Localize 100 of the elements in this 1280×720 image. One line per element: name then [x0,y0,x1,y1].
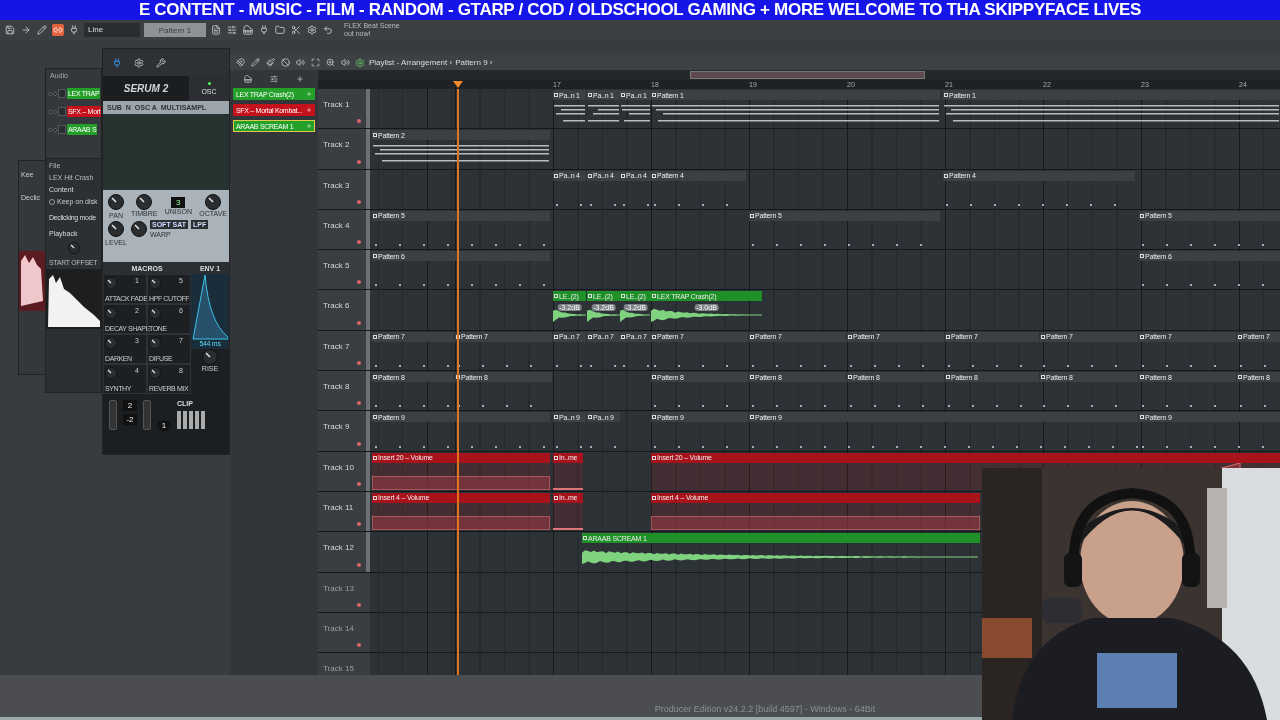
sliders-icon[interactable] [268,73,280,85]
track-header[interactable]: Track 5 [318,250,370,290]
knob[interactable] [105,277,117,289]
brush-icon[interactable] [264,56,276,69]
track-header[interactable]: Track 8 [318,371,370,411]
clip-icon [946,375,950,380]
version-text: Producer Edition v24.2.2 [build 4597] - Windows - 64Bit [654,704,876,714]
speaker-icon[interactable] [339,56,351,69]
track-name: Track 4 [323,220,350,230]
clip-icon [750,415,754,420]
knob[interactable] [105,337,117,349]
plus-icon[interactable] [294,73,306,85]
playhead-marker[interactable] [453,81,463,88]
track-header[interactable]: Track 2 [318,129,370,169]
clip-icon [1140,254,1144,259]
knob[interactable] [105,307,117,319]
knob[interactable] [149,307,161,319]
select-icon[interactable] [309,56,321,69]
track-name: Track 10 [323,462,354,472]
track-header[interactable]: Track 4 [318,209,370,250]
knob[interactable] [108,221,124,237]
clip-icon [554,415,558,420]
pencil-icon[interactable] [36,24,48,36]
knob[interactable] [136,194,153,210]
plugin-icon[interactable] [111,56,123,69]
clip-icon [588,173,592,178]
clip-icon [373,213,377,218]
speaker-icon[interactable] [294,56,306,69]
plug-icon[interactable] [258,24,270,36]
unison-value[interactable]: 3 [171,196,186,208]
track-name: Track 11 [323,502,354,512]
plug-icon[interactable] [68,24,80,36]
clip-icon [373,133,377,138]
gear-icon[interactable] [133,56,145,69]
track-header[interactable]: Track 10 [318,451,370,491]
gear-icon[interactable] [354,56,366,69]
settings-icon[interactable] [306,24,318,36]
wrench-icon[interactable] [155,56,167,69]
waveform-drawing [553,307,586,324]
save-icon[interactable] [4,24,16,36]
knob[interactable] [149,337,161,349]
knob[interactable] [67,242,80,254]
zoom-icon[interactable] [324,56,336,69]
dot-icon [357,280,361,285]
scrolling-banner: E CONTENT - MUSIC - FILM - RANDOM - GTARP / COD / OLDSCHOOL GAMING + MORE WELCOME TO THA SKIPPYFACE LIVES [0,0,1280,20]
knob[interactable] [205,194,222,210]
knob[interactable] [202,349,218,365]
pattern-selector[interactable]: Pattern 1 [144,23,206,37]
track-header[interactable]: Track 14 [318,612,370,653]
clip-icon [588,334,592,339]
undo-icon[interactable] [322,24,334,36]
track-header[interactable]: Track 3 [318,169,370,209]
clip-icon [373,455,377,460]
knob[interactable] [108,194,124,210]
clip-icon [588,294,592,299]
clip-icon [1140,375,1144,380]
pattern-name[interactable]: Pattern 9 › [455,58,493,67]
magnet-icon[interactable] [234,56,246,69]
snap-select[interactable]: Line [84,23,140,37]
octave-value[interactable]: -2 [123,414,137,425]
dot-icon [357,602,361,607]
scissors-icon[interactable] [290,24,302,36]
ban-icon[interactable] [279,56,291,69]
piano-icon[interactable] [242,24,254,36]
voice-count[interactable]: 1 [157,420,171,431]
dot-icon [357,119,361,124]
track-header[interactable]: Track 13 [318,572,370,612]
sliders-icon[interactable] [226,24,238,36]
pencil-icon[interactable] [249,56,261,69]
track-name: Track 12 [323,543,354,553]
envelope-drawing [192,274,228,340]
keyboard-drawing[interactable] [177,411,205,429]
octave-value[interactable]: 2 [123,400,137,411]
note-lines-drawing [588,105,619,122]
knob[interactable] [149,277,161,289]
led-icon [207,82,211,85]
clip-icon [554,334,558,339]
automation-curve-drawing [553,528,583,531]
clip-icon [1041,334,1045,339]
clip-icon [1238,334,1242,339]
link-icon[interactable] [52,24,64,36]
knob[interactable] [131,221,147,237]
clip-icon [652,455,656,460]
track-header[interactable]: Track 1 [318,89,370,129]
document-icon[interactable] [210,24,222,36]
arrow-right-icon[interactable] [20,24,32,36]
track-header[interactable]: Track 7 [318,330,370,371]
track-header[interactable]: Track 11 [318,491,370,532]
track-header[interactable]: Track 6 [318,290,370,330]
track-header[interactable]: Track 15 [318,653,370,675]
clip-icon [554,455,558,460]
piano-icon[interactable] [242,73,254,85]
knob[interactable] [149,367,161,379]
track-header[interactable]: Track 9 [318,411,370,451]
track-name: Track 5 [323,261,350,271]
track-header[interactable]: Track 12 [318,532,370,572]
dot-icon [357,562,361,567]
knob[interactable] [105,367,117,379]
folder-icon[interactable] [274,24,286,36]
track-name: Track 2 [323,140,350,150]
